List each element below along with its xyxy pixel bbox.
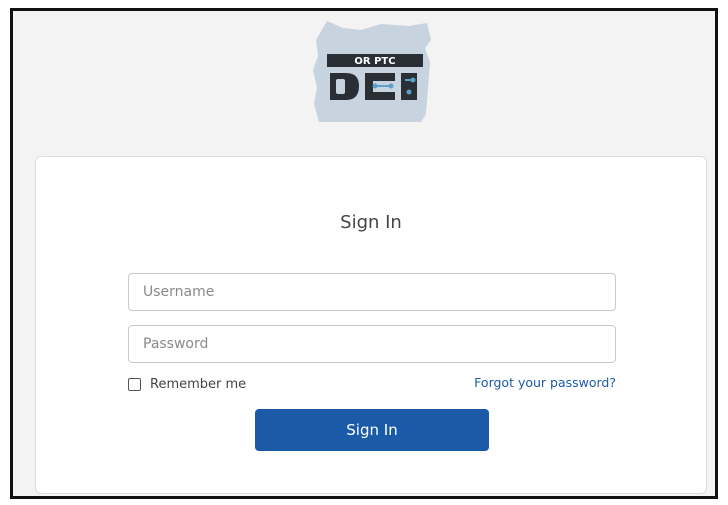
or-ptc-dci-logo: OR PTC <box>313 21 431 122</box>
remember-me-row[interactable]: Remember me <box>128 375 246 393</box>
browser-viewport: OR PTC Sign In Remember me Forgot your p… <box>10 8 718 499</box>
forgot-password-link[interactable]: Forgot your password? <box>474 375 616 390</box>
logo-letter-i <box>401 73 417 100</box>
remember-me-label[interactable]: Remember me <box>150 377 246 392</box>
logo-top-text: OR PTC <box>354 56 395 67</box>
remember-me-checkbox[interactable] <box>128 377 141 391</box>
username-input[interactable] <box>128 273 616 311</box>
sign-in-card: Sign In Remember me Forgot your password… <box>35 156 707 494</box>
oregon-map-shape <box>313 21 431 122</box>
sign-in-button[interactable]: Sign In <box>255 409 489 451</box>
password-input[interactable] <box>128 325 616 363</box>
sign-in-title: Sign In <box>340 212 402 233</box>
